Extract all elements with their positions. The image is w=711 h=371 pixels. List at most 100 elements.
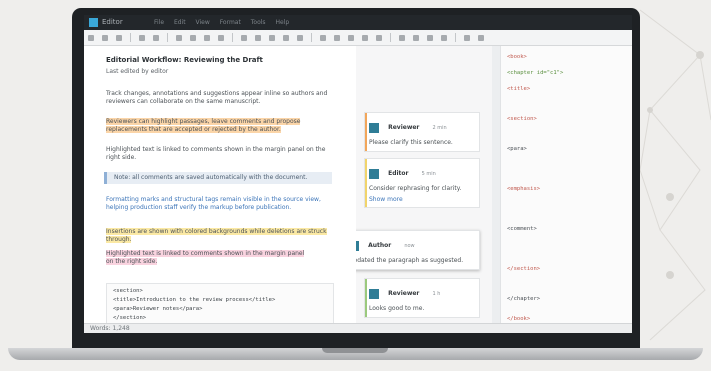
bold-icon[interactable]	[176, 34, 182, 41]
paragraph[interactable]: Highlighted text is linked to comments s…	[106, 250, 306, 266]
paragraph[interactable]: Insertions are shown with colored backgr…	[106, 228, 336, 244]
code-line: <section>	[113, 288, 143, 294]
next-icon[interactable]	[441, 34, 447, 41]
comment-card[interactable]: Reviewer 2 min Please clarify this sente…	[364, 112, 480, 152]
numbered-list-icon[interactable]	[297, 34, 303, 41]
settings-icon[interactable]	[478, 34, 484, 41]
comment-card[interactable]: Reviewer 1 h Looks good to me.	[364, 278, 480, 318]
comment-text: Please clarify this sentence.	[369, 139, 453, 146]
new-icon[interactable]	[88, 34, 94, 41]
code-line: <comment>	[507, 226, 537, 232]
comment-author: Editor	[388, 170, 409, 177]
previous-icon[interactable]	[427, 34, 433, 41]
paragraph-text: Track changes, annotations and suggestio…	[106, 90, 328, 105]
track-changes-icon[interactable]	[376, 34, 382, 41]
toolbar-separator	[311, 33, 312, 42]
comment-text: Updated the paragraph as suggested.	[356, 257, 464, 264]
document-title: Editorial Workflow: Reviewing the Draft	[106, 56, 263, 64]
accept-icon[interactable]	[399, 34, 405, 41]
toolbar-separator	[130, 33, 131, 42]
toolbar	[84, 30, 632, 46]
menu-item-edit[interactable]: Edit	[174, 19, 186, 26]
comment-color-bar	[365, 279, 367, 317]
toolbar-separator	[455, 33, 456, 42]
paragraph-text: Formatting marks and structural tags rem…	[106, 196, 321, 211]
paragraph[interactable]: Track changes, annotations and suggestio…	[106, 90, 336, 106]
comment-author: Reviewer	[388, 290, 420, 297]
document-pane[interactable]: Editorial Workflow: Reviewing the Draft …	[84, 46, 356, 333]
comment-card[interactable]: Editor 5 min Consider rephrasing for cla…	[364, 158, 480, 208]
show-more-link[interactable]: Show more	[369, 196, 475, 203]
image-icon[interactable]	[334, 34, 340, 41]
status-bar: Words: 1,248	[84, 323, 632, 333]
code-line: </book>	[507, 316, 531, 322]
menu-item-file[interactable]: File	[154, 19, 164, 26]
underline-icon[interactable]	[204, 34, 210, 41]
code-line: </chapter>	[507, 296, 541, 302]
align-right-icon[interactable]	[269, 34, 275, 41]
menu-item-format[interactable]: Format	[220, 19, 241, 26]
code-line: <book>	[507, 54, 527, 60]
code-line: <para>Reviewer notes</para>	[113, 306, 203, 312]
note-callout: Note: all comments are saved automatical…	[104, 172, 332, 184]
laptop-screen: Editor File Edit View Format Tools Help	[84, 15, 632, 333]
paragraph[interactable]: Reviewers can highlight passages, leave …	[106, 118, 336, 134]
search-icon[interactable]	[464, 34, 470, 41]
title-bar: Editor File Edit View Format Tools Help	[84, 15, 632, 30]
align-left-icon[interactable]	[241, 34, 247, 41]
code-line: <title>Introduction to the review proces…	[113, 297, 276, 303]
pane-divider[interactable]	[492, 46, 500, 333]
comment-text: Looks good to me.	[369, 305, 425, 312]
inserted-text[interactable]: Insertions are shown with colored backgr…	[106, 228, 327, 243]
suggestion-text[interactable]: Highlighted text is linked to comments s…	[106, 250, 305, 265]
code-line: </section>	[113, 315, 147, 321]
code-line: <chapter id="c1">	[507, 70, 564, 76]
save-icon[interactable]	[116, 34, 122, 41]
comment-time: 5 min	[421, 170, 436, 177]
code-line: </section>	[507, 266, 541, 272]
comment-author: Author	[368, 242, 392, 249]
app-logo-icon	[89, 18, 98, 27]
redo-icon[interactable]	[153, 34, 159, 41]
comment-card-active[interactable]: Author now Updated the paragraph as sugg…	[356, 230, 480, 270]
comment-color-bar	[365, 113, 367, 151]
comments-pane: Reviewer 2 min Please clarify this sente…	[356, 46, 492, 333]
toolbar-separator	[390, 33, 391, 42]
code-line: <section>	[507, 116, 537, 122]
code-line: <emphasis>	[507, 186, 541, 192]
menu-item-tools[interactable]: Tools	[251, 19, 266, 26]
comment-text: Consider rephrasing for clarity.	[369, 185, 462, 192]
app-title: Editor	[102, 18, 123, 26]
align-center-icon[interactable]	[255, 34, 261, 41]
menu-bar: File Edit View Format Tools Help	[154, 18, 297, 27]
italic-icon[interactable]	[190, 34, 196, 41]
comment-time: 2 min	[432, 124, 447, 131]
comment-color-bar	[365, 159, 367, 207]
avatar	[356, 240, 359, 251]
undo-icon[interactable]	[139, 34, 145, 41]
open-icon[interactable]	[102, 34, 108, 41]
paragraph-text: Highlighted text is linked to comments s…	[106, 146, 326, 161]
highlighted-text[interactable]: Reviewers can highlight passages, leave …	[106, 118, 301, 133]
avatar	[369, 288, 379, 299]
strike-icon[interactable]	[218, 34, 224, 41]
link-icon[interactable]	[320, 34, 326, 41]
avatar	[369, 168, 379, 179]
comment-time: now	[404, 242, 415, 249]
paragraph[interactable]: Formatting marks and structural tags rem…	[106, 196, 336, 212]
code-line: <para>	[507, 146, 527, 152]
comment-author: Reviewer	[388, 124, 420, 131]
menu-item-help[interactable]: Help	[275, 19, 289, 26]
reject-icon[interactable]	[413, 34, 419, 41]
code-line: <title>	[507, 86, 531, 92]
list-icon[interactable]	[283, 34, 289, 41]
comment-time: 1 h	[432, 290, 441, 297]
menu-item-view[interactable]: View	[196, 19, 210, 26]
toolbar-separator	[232, 33, 233, 42]
paragraph[interactable]: Highlighted text is linked to comments s…	[106, 146, 336, 162]
toolbar-separator	[167, 33, 168, 42]
comment-icon[interactable]	[362, 34, 368, 41]
source-view-pane[interactable]: <book> <chapter id="c1"> <title> <sectio…	[500, 46, 632, 333]
table-icon[interactable]	[348, 34, 354, 41]
avatar	[369, 122, 379, 133]
